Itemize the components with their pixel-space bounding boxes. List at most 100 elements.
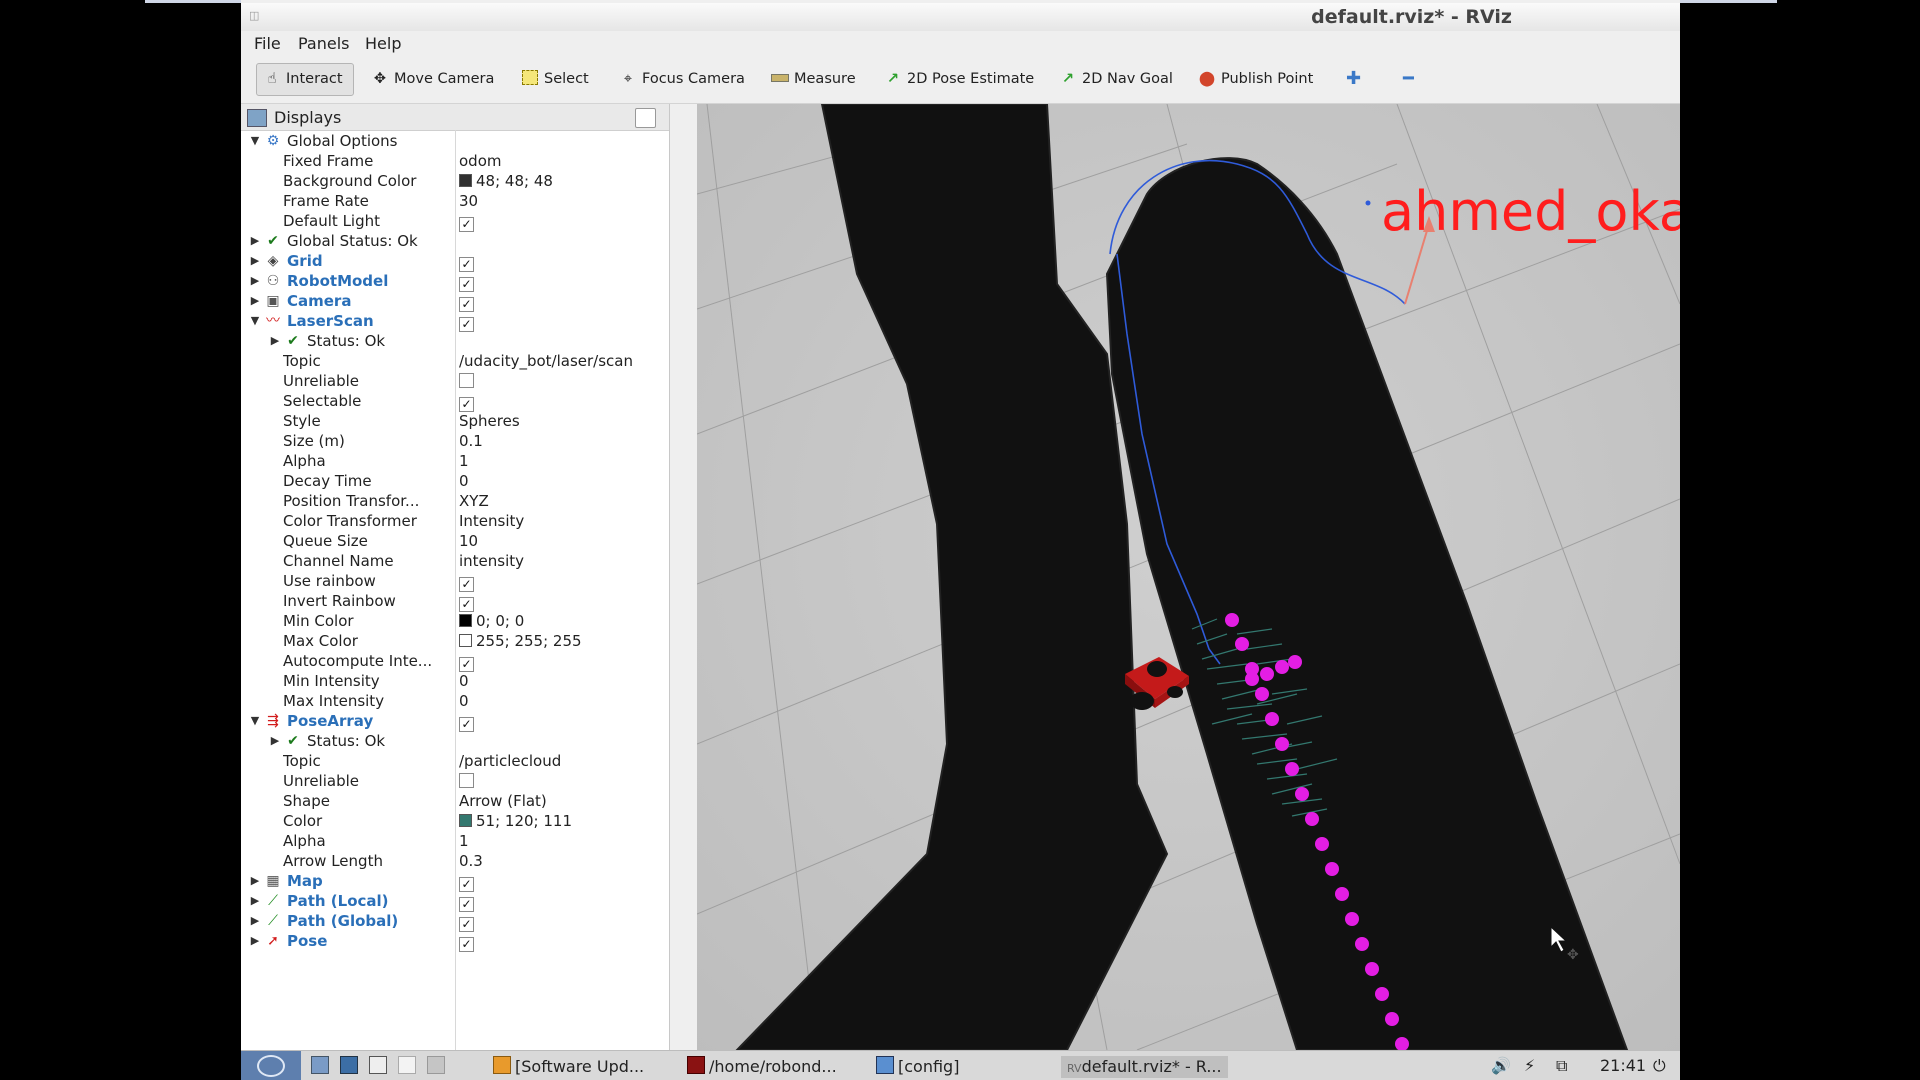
task-rviz[interactable]: RVdefault.rviz* - R... xyxy=(1061,1056,1228,1078)
checkbox-checked[interactable]: ✓ xyxy=(459,717,474,732)
nav-goal-tool-button[interactable]: ↗ 2D Nav Goal xyxy=(1059,66,1173,92)
checkbox-checked[interactable]: ✓ xyxy=(459,877,474,892)
color-swatch[interactable] xyxy=(459,814,472,827)
power-icon[interactable]: ⏻ xyxy=(1653,1056,1666,1076)
property-value[interactable]: intensity xyxy=(459,551,524,571)
checkbox-checked[interactable]: ✓ xyxy=(459,217,474,232)
menu-file[interactable]: File xyxy=(254,34,281,53)
property-value[interactable]: 30 xyxy=(459,191,478,211)
property-value[interactable]: ✓ xyxy=(459,651,474,672)
property-value[interactable]: Arrow (Flat) xyxy=(459,791,547,811)
network-icon[interactable]: ⧉ xyxy=(1556,1056,1567,1076)
expand-arrow-icon[interactable]: ▶ xyxy=(249,251,261,271)
color-swatch[interactable] xyxy=(459,174,472,187)
property-value[interactable]: ✓ xyxy=(459,911,474,932)
property-value[interactable]: 1 xyxy=(459,451,469,471)
expand-arrow-icon[interactable]: ▶ xyxy=(269,331,281,351)
checkbox-checked[interactable]: ✓ xyxy=(459,897,474,912)
pose-estimate-tool-button[interactable]: ↗ 2D Pose Estimate xyxy=(884,66,1034,92)
expand-arrow-icon[interactable]: ▶ xyxy=(249,271,261,291)
collapse-arrow-icon[interactable]: ▼ xyxy=(249,131,261,151)
property-value[interactable]: ✓ xyxy=(459,931,474,952)
property-value[interactable]: ✓ xyxy=(459,271,474,292)
3d-render-viewport[interactable]: ✥ ahmed_okasha_13_2 xyxy=(697,104,1680,1050)
property-value[interactable]: /particlecloud xyxy=(459,751,561,771)
property-value[interactable]: ✓ xyxy=(459,571,474,592)
property-value[interactable]: 0 xyxy=(459,671,469,691)
interact-tool-button[interactable]: ☝ Interact xyxy=(256,63,354,96)
property-value[interactable]: odom xyxy=(459,151,502,171)
publish-point-tool-button[interactable]: ⬤ Publish Point xyxy=(1198,66,1313,92)
terminal-launcher[interactable] xyxy=(340,1056,362,1078)
property-value[interactable]: ✓ xyxy=(459,211,474,232)
property-value[interactable]: 1 xyxy=(459,831,469,851)
checkbox-checked[interactable]: ✓ xyxy=(459,657,474,672)
property-value[interactable]: 255; 255; 255 xyxy=(459,631,582,651)
property-value[interactable]: XYZ xyxy=(459,491,489,511)
move-camera-tool-button[interactable]: ✥ Move Camera xyxy=(371,66,494,92)
property-value[interactable]: 0 xyxy=(459,691,469,711)
checkbox-checked[interactable]: ✓ xyxy=(459,397,474,412)
property-value[interactable]: 10 xyxy=(459,531,478,551)
task-terminal[interactable]: /home/robond... xyxy=(687,1056,837,1078)
property-value[interactable]: 0.3 xyxy=(459,851,483,871)
scene-render[interactable]: ✥ xyxy=(697,104,1680,1050)
remove-tool-button[interactable]: ━ xyxy=(1403,66,1414,92)
property-value[interactable]: 0 xyxy=(459,471,469,491)
property-value[interactable]: /udacity_bot/laser/scan xyxy=(459,351,633,371)
rviz-launcher[interactable] xyxy=(398,1056,420,1078)
add-tool-button[interactable]: ✚ xyxy=(1346,66,1361,92)
checkbox-unchecked[interactable] xyxy=(459,773,474,788)
property-value[interactable]: 0; 0; 0 xyxy=(459,611,524,631)
property-value[interactable]: Spheres xyxy=(459,411,520,431)
start-menu-button[interactable] xyxy=(241,1051,301,1080)
checkbox-checked[interactable]: ✓ xyxy=(459,317,474,332)
expand-arrow-icon[interactable]: ▶ xyxy=(269,731,281,751)
undock-button[interactable] xyxy=(635,108,656,128)
property-value[interactable]: ✓ xyxy=(459,891,474,912)
window-launcher[interactable] xyxy=(369,1056,391,1078)
property-value[interactable] xyxy=(459,771,474,791)
property-value[interactable]: ✓ xyxy=(459,251,474,272)
checkbox-checked[interactable]: ✓ xyxy=(459,297,474,312)
menu-help[interactable]: Help xyxy=(365,34,401,53)
property-value[interactable]: ✓ xyxy=(459,711,474,732)
color-swatch[interactable] xyxy=(459,634,472,647)
expand-arrow-icon[interactable]: ▶ xyxy=(249,291,261,311)
collapse-arrow-icon[interactable]: ▼ xyxy=(249,711,261,731)
task-config[interactable]: [config] xyxy=(876,1056,959,1078)
checkbox-checked[interactable]: ✓ xyxy=(459,577,474,592)
checkbox-unchecked[interactable] xyxy=(459,373,474,388)
property-value[interactable]: 0.1 xyxy=(459,431,483,451)
property-value[interactable]: ✓ xyxy=(459,871,474,892)
menu-panels[interactable]: Panels xyxy=(298,34,350,53)
property-value[interactable]: ✓ xyxy=(459,311,474,332)
task-software-updater[interactable]: [Software Upd... xyxy=(493,1056,644,1078)
column-separator[interactable] xyxy=(455,130,456,1050)
checkbox-checked[interactable]: ✓ xyxy=(459,277,474,292)
color-swatch[interactable] xyxy=(459,614,472,627)
select-tool-button[interactable]: Select xyxy=(521,66,589,92)
volume-icon[interactable]: 🔊 xyxy=(1491,1056,1511,1075)
expand-arrow-icon[interactable]: ▶ xyxy=(249,891,261,911)
expand-arrow-icon[interactable]: ▶ xyxy=(249,231,261,251)
title-bar[interactable]: ◫ default.rviz* - RViz xyxy=(241,3,1680,32)
property-value[interactable]: ✓ xyxy=(459,591,474,612)
property-value[interactable]: 48; 48; 48 xyxy=(459,171,553,191)
focus-camera-tool-button[interactable]: ⌖ Focus Camera xyxy=(619,66,745,92)
expand-arrow-icon[interactable]: ▶ xyxy=(249,911,261,931)
property-value[interactable]: ✓ xyxy=(459,291,474,312)
collapse-arrow-icon[interactable]: ▼ xyxy=(249,311,261,331)
property-value[interactable]: 51; 120; 111 xyxy=(459,811,572,831)
measure-tool-button[interactable]: Measure xyxy=(771,66,856,92)
checkbox-checked[interactable]: ✓ xyxy=(459,937,474,952)
checkbox-checked[interactable]: ✓ xyxy=(459,257,474,272)
clock[interactable]: 21:41 xyxy=(1600,1056,1646,1075)
file-manager-launcher[interactable] xyxy=(311,1056,333,1078)
checkbox-checked[interactable]: ✓ xyxy=(459,917,474,932)
property-value[interactable] xyxy=(459,371,474,391)
checkbox-checked[interactable]: ✓ xyxy=(459,597,474,612)
expand-arrow-icon[interactable]: ▶ xyxy=(249,931,261,951)
power-charge-icon[interactable]: ⚡ xyxy=(1524,1056,1535,1075)
property-value[interactable]: ✓ xyxy=(459,391,474,412)
